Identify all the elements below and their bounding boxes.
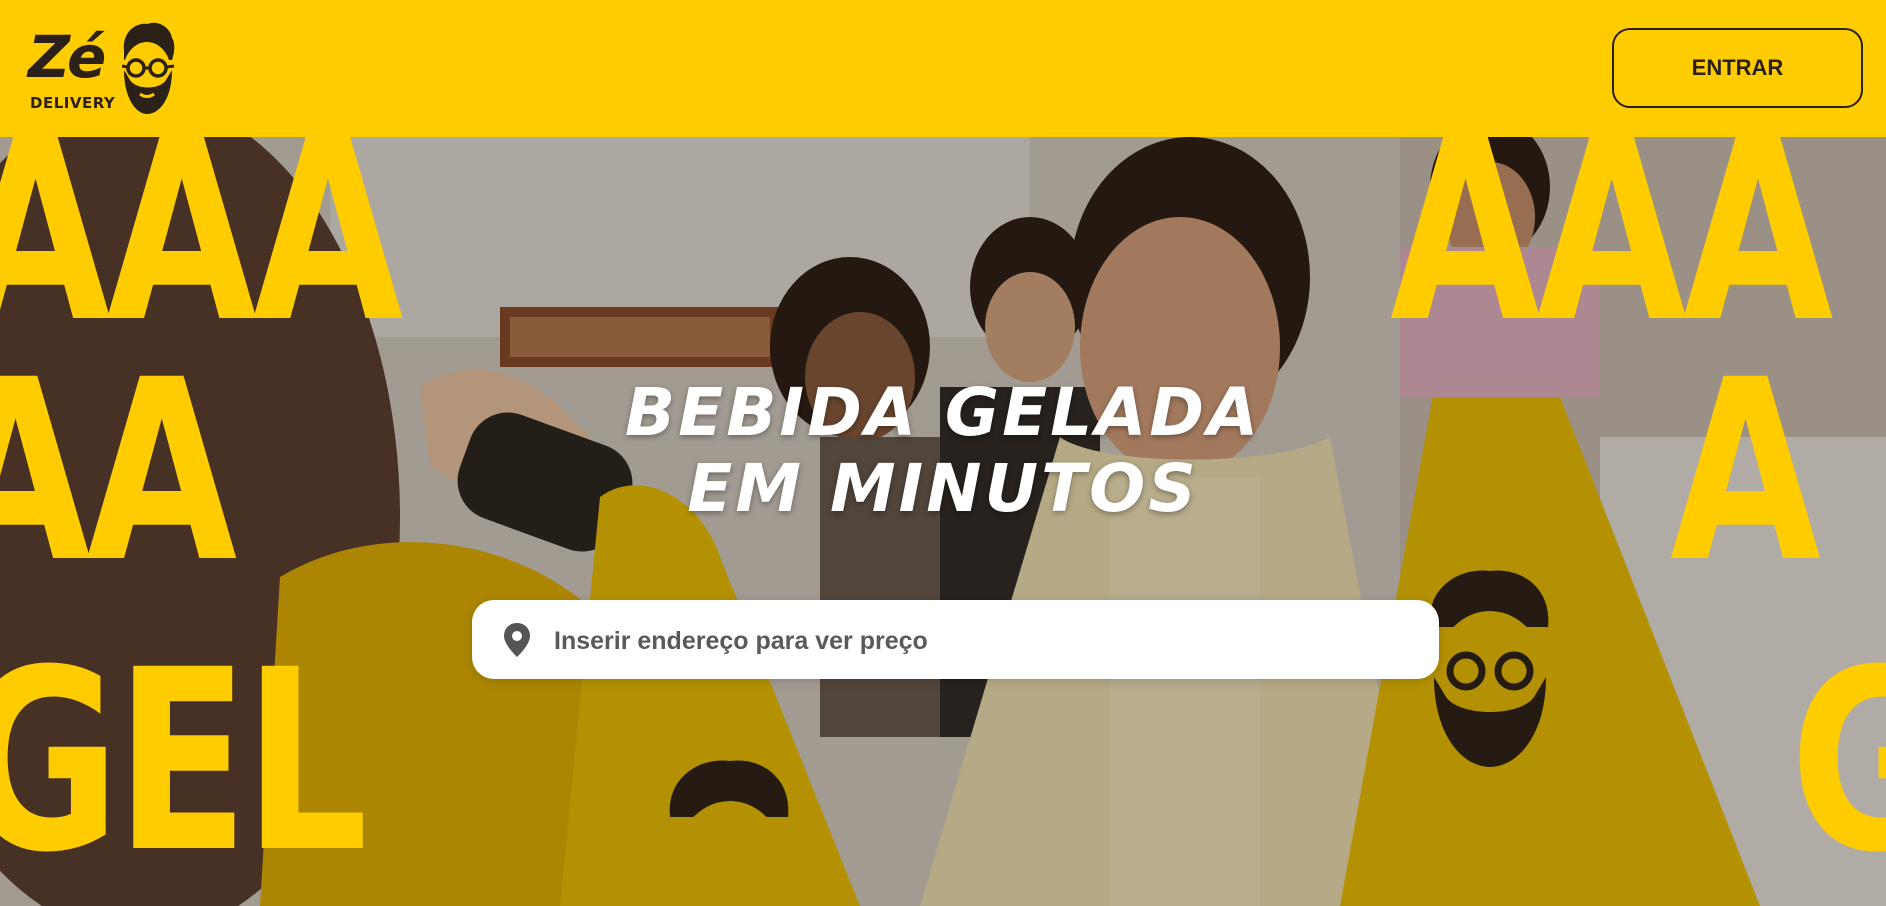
address-search-bar[interactable] <box>472 600 1439 679</box>
bg-letters-right-row1: AAA <box>1390 137 1833 377</box>
address-search-input[interactable] <box>552 618 1416 664</box>
hero-section: AAA AA GEL AAA A G BEBIDA GELADA EM MINU… <box>0 137 1886 906</box>
page: Zé DELIVERY ENTRAR AAA A GEL AAA A BEBID… <box>0 0 1886 906</box>
bg-letters-left-row1: AAA <box>0 137 403 377</box>
bg-letters-left-row3: GEL <box>0 616 368 906</box>
hero-title-line2: EM MINUTOS <box>687 450 1199 527</box>
hero-title: BEBIDA GELADA EM MINUTOS <box>0 375 1886 527</box>
top-header: Zé DELIVERY ENTRAR <box>0 0 1886 137</box>
logo-wordmark: Zé <box>28 23 106 91</box>
login-button[interactable]: ENTRAR <box>1612 28 1863 108</box>
hero-title-line1: BEBIDA GELADA <box>624 374 1262 451</box>
location-pin-icon <box>504 623 530 657</box>
ze-delivery-logo[interactable]: Zé DELIVERY <box>28 20 178 116</box>
logo-subtitle: DELIVERY <box>30 94 116 112</box>
bearded-mascot-icon <box>121 22 175 114</box>
bg-letters-right-row3: G <box>1790 637 1886 887</box>
